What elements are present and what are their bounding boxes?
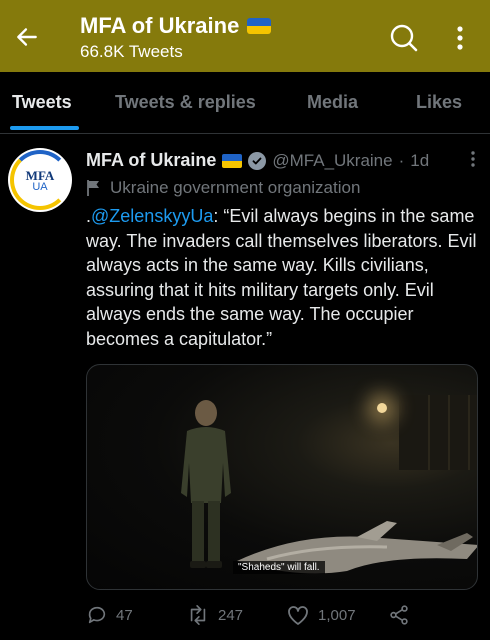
mention-link[interactable]: @ZelenskyyUa <box>91 206 213 226</box>
author-handle[interactable]: @MFA_Ukraine <box>272 151 392 171</box>
tab-likes[interactable]: Likes <box>416 92 462 113</box>
reply-button[interactable]: 47 <box>86 604 133 626</box>
more-vertical-icon <box>471 151 475 167</box>
share-button[interactable] <box>388 604 410 626</box>
avatar[interactable]: MFA UA <box>8 148 72 212</box>
header-title-text: MFA of Ukraine <box>80 13 240 38</box>
verified-badge-icon <box>248 151 267 170</box>
tweet-video[interactable]: "Shaheds" will fall. <box>86 364 478 590</box>
tweet-text: .@ZelenskyyUa: “Evil always begins in th… <box>86 204 478 351</box>
search-icon <box>390 24 418 52</box>
tweet-author-row: MFA of Ukraine @MFA_Ukraine · 1d <box>86 150 429 171</box>
video-caption: "Shaheds" will fall. <box>233 561 325 574</box>
person-figure <box>181 400 231 568</box>
tweet-actions: 47 247 1,007 <box>86 602 478 630</box>
ukraine-flag-icon <box>222 153 243 168</box>
hangar-silhouette <box>399 395 477 470</box>
more-vertical-icon <box>457 26 463 50</box>
avatar-logo-subtext: UA <box>32 181 48 193</box>
reply-count: 47 <box>116 606 133 624</box>
author-name[interactable]: MFA of Ukraine <box>86 150 216 171</box>
more-options-button[interactable] <box>448 22 472 54</box>
reply-icon <box>88 606 106 624</box>
tab-tweets[interactable]: Tweets <box>12 92 72 113</box>
tweet-text-body: : “Evil always begins in the same way. T… <box>86 206 477 349</box>
tab-tweets-and-replies[interactable]: Tweets & replies <box>115 92 256 113</box>
retweet-count: 247 <box>218 606 244 624</box>
tweet-more-button[interactable] <box>466 150 480 172</box>
like-button[interactable]: 1,007 <box>286 604 356 626</box>
retweet-button[interactable]: 247 <box>186 604 243 626</box>
arrow-left-icon <box>17 28 37 46</box>
ukraine-flag-icon <box>247 18 272 34</box>
share-icon <box>390 605 408 625</box>
profile-tabs: Tweets Tweets & replies Media Likes <box>0 72 490 134</box>
flag-icon <box>87 180 99 196</box>
header-title: MFA of Ukraine <box>80 12 272 40</box>
back-button[interactable] <box>12 22 42 52</box>
profile-header: MFA of Ukraine 66.8K Tweets <box>0 0 490 72</box>
tab-media[interactable]: Media <box>307 92 358 113</box>
tweet-count: 66.8K Tweets <box>80 42 183 61</box>
floodlight <box>377 403 387 413</box>
retweet-icon <box>190 605 206 625</box>
like-count: 1,007 <box>318 606 356 624</box>
active-tab-indicator <box>10 126 79 130</box>
tweet-timestamp[interactable]: 1d <box>410 151 429 171</box>
org-label: Ukraine government organization <box>110 178 361 197</box>
heart-icon <box>288 606 308 625</box>
org-label-row: Ukraine government organization <box>86 178 360 198</box>
search-button[interactable] <box>388 22 420 54</box>
separator-dot: · <box>398 150 405 170</box>
